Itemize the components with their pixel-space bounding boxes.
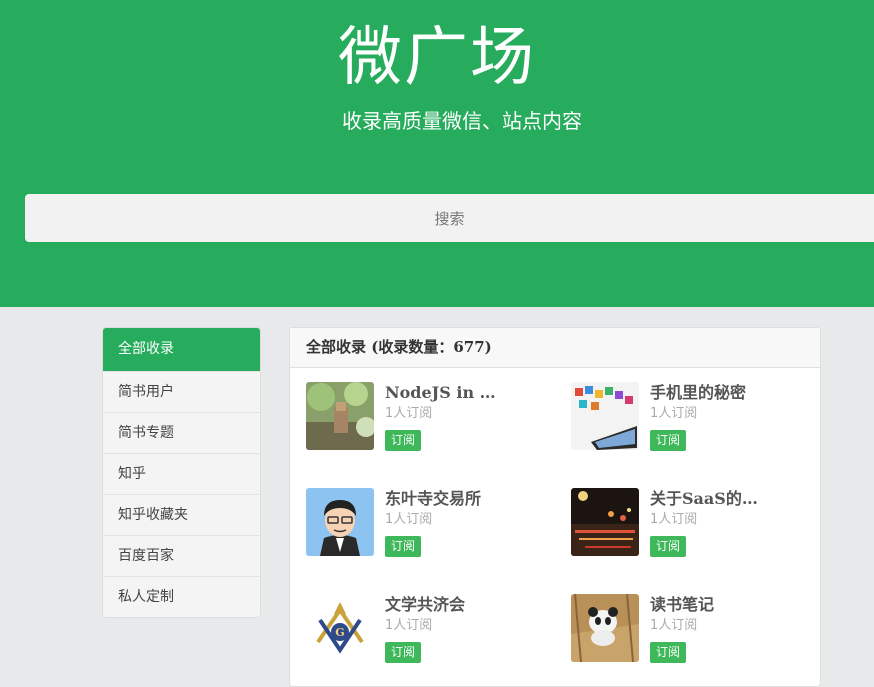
sidebar-item-jianshu-users[interactable]: 简书用户: [103, 371, 260, 412]
list-item[interactable]: 手机里的秘密 1人订阅 订阅: [571, 382, 811, 452]
card-title[interactable]: 手机里的秘密: [650, 382, 800, 404]
subscribe-button[interactable]: 订阅: [650, 642, 686, 663]
subscriber-count: 1人订阅: [385, 512, 433, 527]
list-item[interactable]: G 文学共济会 1人订阅 订阅: [306, 594, 546, 664]
sidebar-item-zhihu[interactable]: 知乎: [103, 453, 260, 494]
subscribe-button[interactable]: 订阅: [385, 536, 421, 557]
card-title[interactable]: 读书笔记: [650, 594, 800, 616]
sidebar-item-jianshu-topics[interactable]: 简书专题: [103, 412, 260, 453]
sidebar-item-all[interactable]: 全部收录: [103, 328, 260, 371]
site-subtitle: 收录高质量微信、站点内容: [342, 109, 582, 133]
masonic-emblem-icon[interactable]: G: [306, 594, 374, 662]
sidebar-item-custom[interactable]: 私人定制: [103, 576, 260, 617]
search-input[interactable]: 搜索: [25, 194, 874, 242]
list-item[interactable]: 读书笔记 1人订阅 订阅: [571, 594, 811, 664]
subscriber-count: 1人订阅: [385, 406, 433, 421]
subscriber-count: 1人订阅: [650, 618, 698, 633]
sidebar-item-baidu-baijia[interactable]: 百度百家: [103, 535, 260, 576]
card-title[interactable]: 文学共济会: [385, 594, 535, 616]
svg-text:G: G: [335, 626, 344, 639]
subscribe-button[interactable]: 订阅: [650, 430, 686, 451]
card-title[interactable]: 关于SaaS的…: [650, 488, 800, 510]
phone-apps-icon[interactable]: [571, 382, 639, 450]
card-title[interactable]: 东叶寺交易所: [385, 488, 535, 510]
panda-toy-icon[interactable]: [571, 594, 639, 662]
collection-panel: 全部收录 (收录数量：677) NodeJS in … 1人订阅 订阅 手机里的…: [289, 327, 821, 687]
hero-banner: 微广场 收录高质量微信、站点内容 搜索: [0, 0, 874, 307]
plant-photo-icon[interactable]: [306, 382, 374, 450]
list-item[interactable]: 关于SaaS的… 1人订阅 订阅: [571, 488, 811, 558]
subscribe-button[interactable]: 订阅: [650, 536, 686, 557]
subscribe-button[interactable]: 订阅: [385, 430, 421, 451]
subscriber-count: 1人订阅: [650, 406, 698, 421]
city-night-icon[interactable]: [571, 488, 639, 556]
list-item[interactable]: NodeJS in … 1人订阅 订阅: [306, 382, 546, 452]
panel-heading: 全部收录 (收录数量：677): [290, 328, 820, 368]
category-sidebar: 全部收录 简书用户 简书专题 知乎 知乎收藏夹 百度百家 私人定制: [102, 327, 261, 618]
site-title: 微广场: [338, 21, 536, 95]
list-item[interactable]: 东叶寺交易所 1人订阅 订阅: [306, 488, 546, 558]
card-title[interactable]: NodeJS in …: [385, 382, 535, 404]
subscriber-count: 1人订阅: [650, 512, 698, 527]
subscriber-count: 1人订阅: [385, 618, 433, 633]
sidebar-item-zhihu-favorites[interactable]: 知乎收藏夹: [103, 494, 260, 535]
cartoon-avatar-icon[interactable]: [306, 488, 374, 556]
subscribe-button[interactable]: 订阅: [385, 642, 421, 663]
